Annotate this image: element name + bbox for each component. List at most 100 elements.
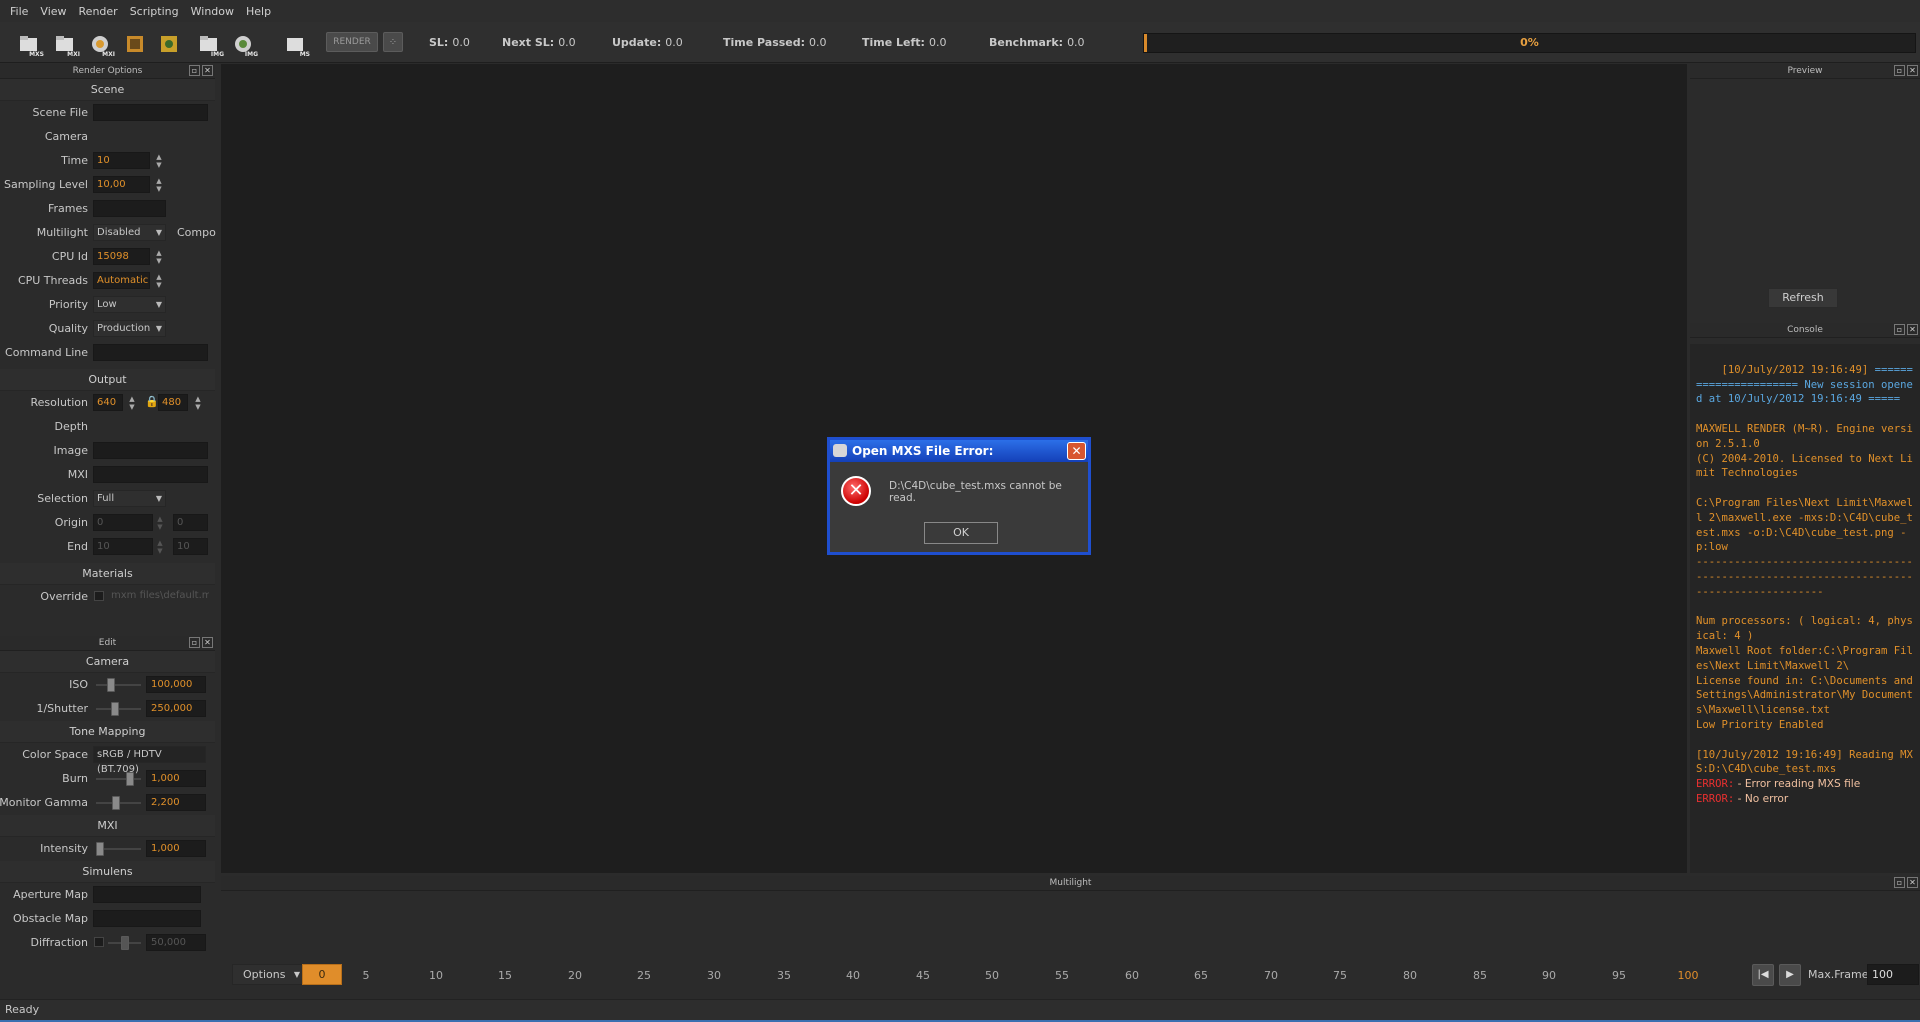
console-title: Console ▫ ✕ <box>1690 323 1920 338</box>
scene-file-field[interactable] <box>93 104 208 121</box>
diffraction-row: Diffraction 50,000 <box>0 931 215 955</box>
slider-thumb[interactable] <box>121 936 129 950</box>
override-checkbox[interactable] <box>94 591 104 601</box>
save-img-icon[interactable]: IMG <box>196 31 224 58</box>
slider-thumb[interactable] <box>112 796 120 810</box>
color-space-select[interactable]: sRGB / HDTV (BT.709) <box>93 746 206 775</box>
menu-view[interactable]: View <box>40 5 66 18</box>
close-icon[interactable]: ✕ <box>202 65 213 76</box>
close-icon[interactable]: ✕ <box>1907 65 1918 76</box>
time-field[interactable]: 10 <box>93 152 150 169</box>
time-spinner[interactable]: ▲ ▼ <box>154 153 164 169</box>
multilight-row: Multilight Disabled ▼ Compo <box>36 224 216 241</box>
iso-value[interactable]: 100,000 <box>146 676 206 693</box>
aperture-row: Aperture Map <box>0 883 215 907</box>
cpu-threads-spinner[interactable]: ▲ ▼ <box>154 273 164 289</box>
film-render-icon[interactable] <box>156 31 182 57</box>
depth-row: Depth <box>54 420 88 433</box>
close-icon[interactable]: ✕ <box>202 637 213 648</box>
lock-icon[interactable]: 🔒 <box>145 395 159 408</box>
priority-select[interactable]: Low ▼ <box>93 296 166 313</box>
slider-thumb[interactable] <box>96 842 104 856</box>
float-icon[interactable]: ▫ <box>189 65 200 76</box>
frame-tick-label: 50 <box>985 969 999 982</box>
image-path-field[interactable] <box>93 442 208 459</box>
render-button[interactable]: RENDER <box>326 32 378 52</box>
toolbar: MXS MXI MXI IMG IMG MS RENDER ⁘ SL: 0.0 N… <box>0 22 1920 63</box>
next-sl-stat: Next SL: 0.0 <box>502 36 576 49</box>
float-icon[interactable]: ▫ <box>189 637 200 648</box>
float-icon[interactable]: ▫ <box>1894 65 1905 76</box>
iso-slider[interactable] <box>96 677 141 693</box>
diffraction-slider[interactable] <box>108 935 141 951</box>
resolution-width-field[interactable]: 640 <box>93 394 123 411</box>
command-line-field[interactable] <box>93 344 208 361</box>
mxi-sphere-icon[interactable]: MXI <box>87 31 115 58</box>
slider-thumb[interactable] <box>126 772 134 786</box>
sampling-spinner[interactable]: ▲ ▼ <box>154 177 164 193</box>
open-mxi-icon[interactable]: MXI <box>52 31 80 58</box>
multilight-select[interactable]: Disabled ▼ <box>93 224 166 241</box>
close-icon[interactable]: ✕ <box>1907 324 1918 335</box>
menu-help[interactable]: Help <box>246 5 271 18</box>
img-sphere-icon[interactable]: IMG <box>230 31 258 58</box>
current-frame[interactable]: 0 <box>302 964 342 985</box>
slider-thumb[interactable] <box>111 702 119 716</box>
cpu-id-field[interactable]: 15098 <box>93 248 150 265</box>
sampling-row: Sampling Level 10,00 ▲ ▼ <box>0 173 215 197</box>
aperture-map-field[interactable] <box>93 886 201 903</box>
obstacle-map-field[interactable] <box>93 910 201 927</box>
console-error-label: ERROR: <box>1696 792 1735 805</box>
shutter-value[interactable]: 250,000 <box>146 700 206 717</box>
refresh-button[interactable]: Refresh <box>1768 288 1838 308</box>
ms-script-icon[interactable]: MS <box>282 31 310 58</box>
max-frames-field[interactable]: 100 <box>1867 964 1919 985</box>
status-bar: Ready <box>0 999 1920 1020</box>
quality-select[interactable]: Production ▼ <box>93 320 166 337</box>
cpu-threads-field[interactable]: Automatic <box>93 272 150 289</box>
mxi-path-field[interactable] <box>93 466 208 483</box>
sampling-field[interactable]: 10,00 <box>93 176 150 193</box>
ok-button[interactable]: OK <box>924 522 998 544</box>
intensity-value[interactable]: 1,000 <box>146 840 206 857</box>
burn-slider[interactable] <box>96 771 141 787</box>
dialog-close-button[interactable]: ✕ <box>1067 442 1086 460</box>
menu-file[interactable]: File <box>10 5 28 18</box>
open-mxs-icon[interactable]: MXS <box>16 31 44 58</box>
menu-render[interactable]: Render <box>79 5 118 18</box>
play-icon[interactable]: ▶ <box>1779 964 1801 986</box>
resolution-width-spinner[interactable]: ▲ ▼ <box>127 395 137 411</box>
menu-window[interactable]: Window <box>191 5 234 18</box>
shutter-slider[interactable] <box>96 701 141 717</box>
render-region-icon[interactable]: ⁘ <box>383 32 403 52</box>
close-icon[interactable]: ✕ <box>1907 877 1918 888</box>
go-first-frame-icon[interactable]: |◀ <box>1752 964 1774 986</box>
frames-field[interactable] <box>93 200 166 217</box>
selection-select[interactable]: Full ▼ <box>93 490 166 507</box>
dialog-titlebar[interactable]: Open MXS File Error: ✕ <box>830 440 1088 462</box>
resolution-height-field[interactable]: 480 <box>158 394 188 411</box>
film-sequence-icon[interactable] <box>122 31 148 57</box>
origin-y-field[interactable]: 0 <box>173 514 208 531</box>
intensity-slider[interactable] <box>96 841 141 857</box>
menu-scripting[interactable]: Scripting <box>130 5 179 18</box>
diffraction-value[interactable]: 50,000 <box>146 934 206 951</box>
gamma-value[interactable]: 2,200 <box>146 794 206 811</box>
float-icon[interactable]: ▫ <box>1894 324 1905 335</box>
simulens-section-head: Simulens <box>0 861 215 883</box>
end-x-field[interactable]: 10 <box>93 538 153 555</box>
diffraction-checkbox[interactable] <box>94 937 104 947</box>
end-y-field[interactable]: 10 <box>173 538 208 555</box>
origin-x-spinner[interactable]: ▲ ▼ <box>155 515 165 531</box>
burn-value[interactable]: 1,000 <box>146 770 206 787</box>
render-options-panel: Render Options ▫ ✕ Scene Scene File Camer… <box>0 64 216 634</box>
selection-row: Selection Full ▼ <box>0 487 215 511</box>
cpu-id-spinner[interactable]: ▲ ▼ <box>154 249 164 265</box>
resolution-height-spinner[interactable]: ▲ ▼ <box>193 395 203 411</box>
slider-thumb[interactable] <box>107 678 115 692</box>
origin-x-field[interactable]: 0 <box>93 514 153 531</box>
gamma-slider[interactable] <box>96 795 141 811</box>
end-x-spinner[interactable]: ▲ ▼ <box>155 539 165 555</box>
float-icon[interactable]: ▫ <box>1894 877 1905 888</box>
options-select[interactable]: Options ▼ <box>232 964 306 985</box>
